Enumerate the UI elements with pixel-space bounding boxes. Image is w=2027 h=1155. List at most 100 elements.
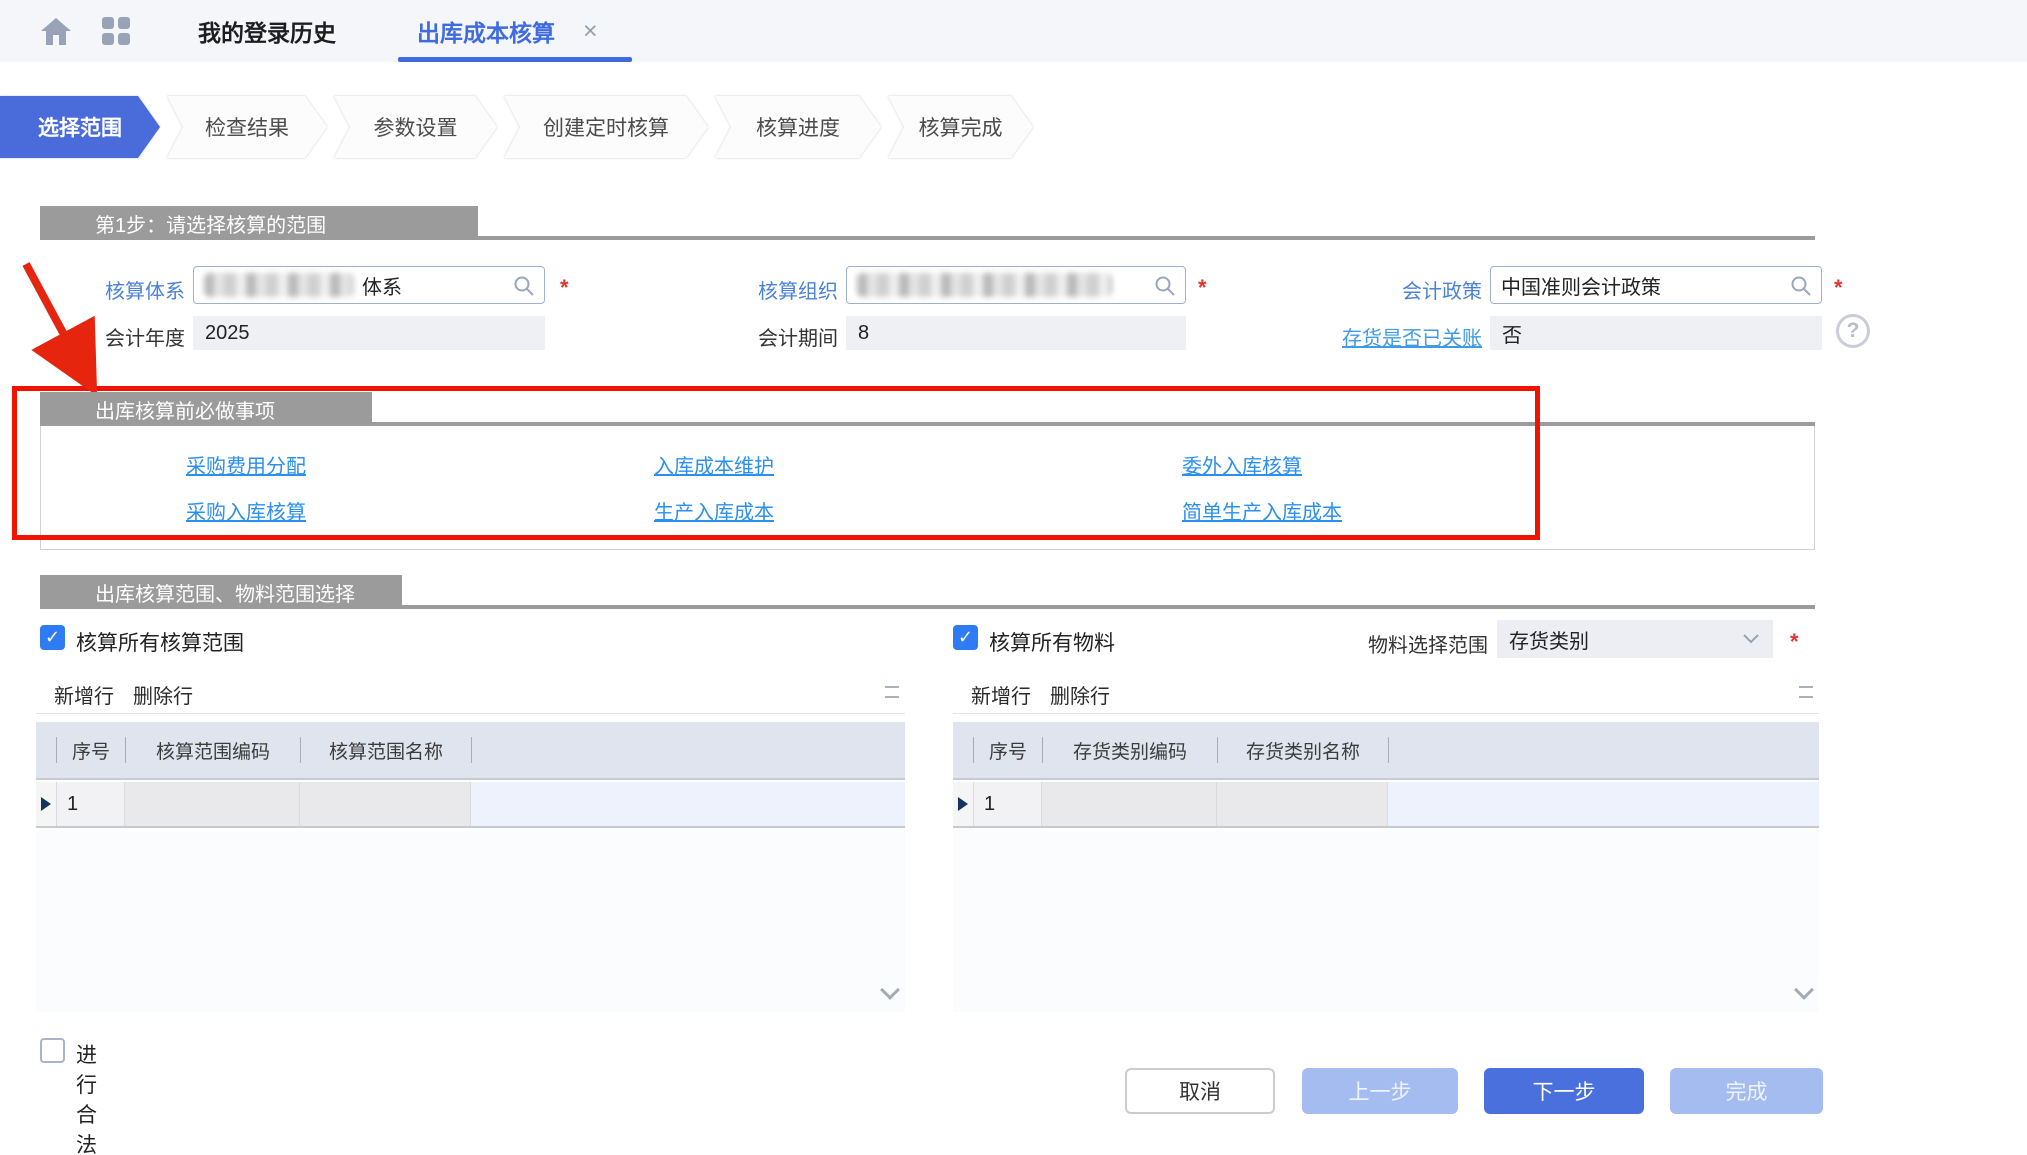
empty-cell (1388, 782, 1819, 826)
search-icon[interactable] (1790, 275, 1812, 297)
inventory-closed-link[interactable]: 存货是否已关账 (1280, 322, 1482, 351)
table-row[interactable]: 1 (953, 782, 1819, 828)
seq-cell: 1 (974, 782, 1042, 826)
tab-outbound-cost-accounting[interactable]: 出库成本核算 (417, 0, 555, 62)
todo-section-title: 出库核算前必做事项 (40, 392, 372, 426)
material-scope-label: 物料选择范围 (1330, 629, 1488, 658)
inventory-closed-field: 否 (1490, 316, 1822, 350)
all-materials-checkbox[interactable]: ✓ (953, 625, 978, 650)
range-section-title: 出库核算范围、物料范围选择 (40, 575, 402, 609)
link-production-inbound-cost[interactable]: 生产入库成本 (654, 496, 774, 525)
step-parameter-setting[interactable]: 参数设置 (334, 96, 497, 158)
required-mark: * (1834, 275, 1843, 301)
accounting-system-input[interactable]: 体系 (193, 266, 545, 304)
all-ranges-label: 核算所有核算范围 (76, 627, 244, 657)
range-table-panel: 新增行 删除行 序号 核算范围编码 核算范围名称 1 (36, 672, 905, 1012)
accounting-system-visible-text: 体系 (362, 271, 402, 300)
link-inbound-cost-maintenance[interactable]: 入库成本维护 (654, 450, 774, 479)
delete-row-button[interactable]: 删除行 (1050, 680, 1110, 709)
column-header-range-name[interactable]: 核算范围名称 (301, 722, 471, 778)
tab-login-history[interactable]: 我的登录历史 (198, 0, 336, 62)
category-name-cell[interactable] (1217, 782, 1388, 826)
accounting-system-label: 核算体系 (20, 275, 185, 304)
delete-row-button[interactable]: 删除行 (133, 680, 193, 709)
search-icon[interactable] (1154, 275, 1176, 297)
scroll-down-icon[interactable] (881, 982, 897, 998)
scroll-down-icon[interactable] (1795, 982, 1811, 998)
column-header-category-name[interactable]: 存货类别名称 (1218, 722, 1388, 778)
cancel-button[interactable]: 取消 (1125, 1068, 1275, 1114)
grid-config-icon[interactable] (885, 686, 899, 698)
todo-links-panel: 采购费用分配 入库成本维护 委外入库核算 采购入库核算 生产入库成本 简单生产入… (40, 426, 1815, 550)
step1-section-title: 第1步：请选择核算的范围 (40, 206, 478, 240)
required-mark: * (560, 275, 569, 301)
close-tab-icon[interactable]: × (583, 17, 598, 45)
required-mark: * (1790, 629, 1799, 655)
range-table-body (36, 830, 905, 1012)
column-header-category-code[interactable]: 存货类别编码 (1043, 722, 1217, 778)
top-tab-bar: 我的登录历史 出库成本核算 × (0, 0, 2027, 62)
next-step-button[interactable]: 下一步 (1484, 1068, 1644, 1114)
fiscal-period-field: 8 (846, 316, 1186, 350)
apps-grid-icon[interactable] (102, 17, 130, 45)
range-code-cell[interactable] (125, 782, 300, 826)
range-name-cell[interactable] (300, 782, 471, 826)
column-header-seq[interactable]: 序号 (974, 722, 1042, 778)
home-icon[interactable] (40, 16, 72, 46)
step-finished[interactable]: 核算完成 (888, 96, 1033, 158)
step-select-scope[interactable]: 选择范围 (0, 96, 160, 158)
redacted-value (204, 273, 354, 297)
grid-config-icon[interactable] (1799, 686, 1813, 698)
range-table-header: 序号 核算范围编码 核算范围名称 (36, 722, 905, 780)
row-marker-icon (958, 797, 968, 811)
link-outsourced-inbound-accounting[interactable]: 委外入库核算 (1182, 450, 1302, 479)
fiscal-period-label: 会计期间 (673, 322, 838, 351)
link-purchase-expense-allocation[interactable]: 采购费用分配 (186, 450, 306, 479)
link-simple-production-inbound-cost[interactable]: 简单生产入库成本 (1182, 496, 1342, 525)
material-table-panel: 新增行 删除行 序号 存货类别编码 存货类别名称 1 (953, 672, 1819, 1012)
material-table-toolbar: 新增行 删除行 (953, 672, 1819, 714)
search-icon[interactable] (513, 275, 535, 297)
finish-button[interactable]: 完成 (1670, 1068, 1823, 1114)
active-tab-underline (398, 57, 632, 62)
row-marker-cell (953, 782, 974, 826)
outbound-cost-accounting-page: 我的登录历史 出库成本核算 × 选择范围 检查结果 参数设置 创建定时核算 核算… (0, 0, 2027, 1155)
help-icon[interactable]: ? (1836, 314, 1870, 348)
required-mark: * (1198, 275, 1207, 301)
link-purchase-inbound-accounting[interactable]: 采购入库核算 (186, 496, 306, 525)
accounting-policy-value: 中国准则会计政策 (1501, 271, 1661, 300)
range-section-rule (40, 605, 1815, 609)
row-marker-icon (41, 797, 51, 811)
seq-cell: 1 (57, 782, 125, 826)
table-row[interactable]: 1 (36, 782, 905, 828)
add-row-button[interactable]: 新增行 (54, 680, 114, 709)
row-marker-cell (36, 782, 57, 826)
step-progress[interactable]: 核算进度 (715, 96, 881, 158)
all-ranges-checkbox[interactable]: ✓ (40, 625, 65, 650)
accounting-org-label: 核算组织 (673, 275, 838, 304)
legality-check-label: 进行合法性检查 (76, 1039, 97, 1155)
material-table-body (953, 830, 1819, 1012)
chevron-down-icon (1743, 634, 1759, 644)
add-row-button[interactable]: 新增行 (971, 680, 1031, 709)
step-create-scheduled[interactable]: 创建定时核算 (504, 96, 708, 158)
material-scope-dropdown[interactable]: 存货类别 (1497, 620, 1773, 658)
category-code-cell[interactable] (1042, 782, 1217, 826)
material-scope-value: 存货类别 (1509, 625, 1589, 654)
accounting-org-input[interactable] (846, 266, 1186, 304)
wizard-stepper: 选择范围 检查结果 参数设置 创建定时核算 核算进度 核算完成 (0, 96, 1033, 158)
all-materials-label: 核算所有物料 (989, 627, 1115, 657)
fiscal-year-label: 会计年度 (20, 322, 185, 351)
step1-section-rule (40, 236, 1815, 240)
column-header-seq[interactable]: 序号 (57, 722, 125, 778)
previous-step-button[interactable]: 上一步 (1302, 1068, 1458, 1114)
step-check-result[interactable]: 检查结果 (167, 96, 327, 158)
empty-cell (471, 782, 905, 826)
material-table-header: 序号 存货类别编码 存货类别名称 (953, 722, 1819, 780)
fiscal-year-field: 2025 (193, 316, 545, 350)
accounting-policy-input[interactable]: 中国准则会计政策 (1490, 266, 1822, 304)
legality-check-checkbox[interactable] (40, 1038, 65, 1063)
accounting-policy-label: 会计政策 (1317, 275, 1482, 304)
redacted-value (857, 273, 1112, 297)
column-header-range-code[interactable]: 核算范围编码 (126, 722, 300, 778)
